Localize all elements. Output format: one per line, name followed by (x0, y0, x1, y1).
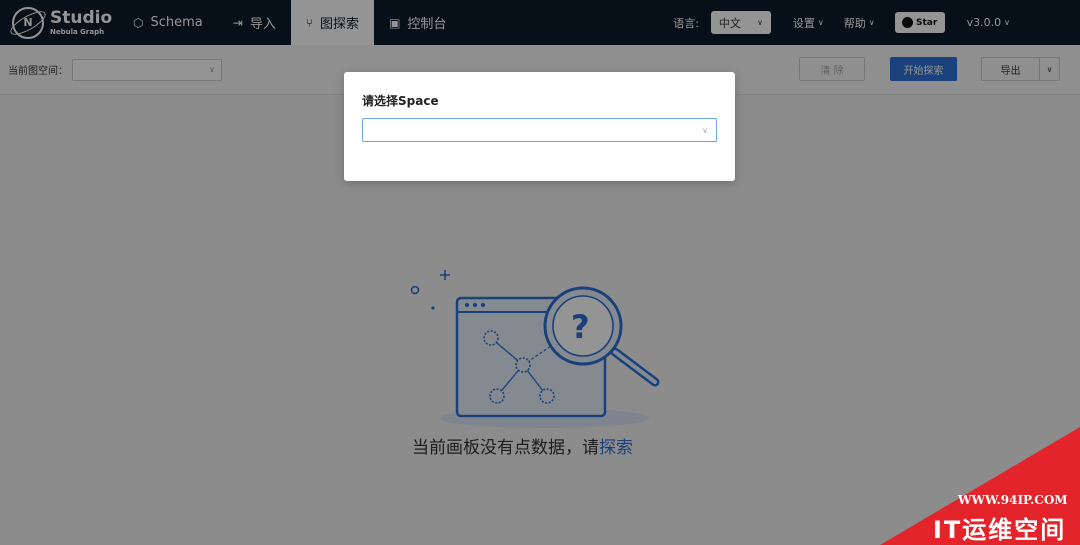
watermark-text: IT运维空间 (933, 516, 1067, 544)
chevron-down-icon: ∨ (702, 125, 708, 135)
watermark-url: WWW.94IP.COM (958, 493, 1068, 507)
select-space-modal: 请选择Space ∨ (344, 72, 735, 181)
modal-space-select[interactable]: ∨ (362, 118, 717, 142)
modal-title: 请选择Space (362, 94, 439, 108)
